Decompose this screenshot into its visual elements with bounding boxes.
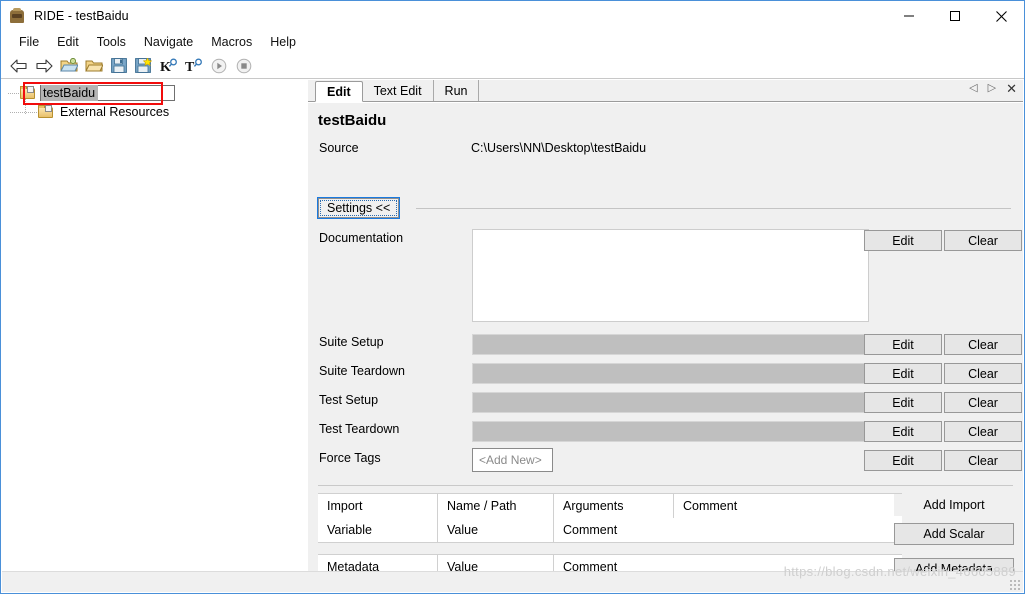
- search-keyword-icon[interactable]: K: [156, 55, 181, 77]
- grid-cell-name-path[interactable]: Name / Path: [438, 494, 554, 518]
- suite-teardown-edit-button[interactable]: Edit: [864, 363, 942, 384]
- tree-connector-line: [8, 93, 20, 94]
- suite-teardown-clear-button[interactable]: Clear: [944, 363, 1022, 384]
- menu-tools[interactable]: Tools: [88, 33, 135, 51]
- open-folder-icon[interactable]: [81, 55, 106, 77]
- test-setup-field[interactable]: [472, 392, 869, 413]
- test-teardown-label: Test Teardown: [319, 422, 400, 436]
- resource-folder-icon: [38, 104, 54, 119]
- menu-macros[interactable]: Macros: [202, 33, 261, 51]
- search-tests-icon[interactable]: T: [181, 55, 206, 77]
- source-label: Source: [319, 141, 359, 155]
- window-title: RIDE - testBaidu: [34, 9, 129, 23]
- panel-splitter[interactable]: [301, 80, 308, 571]
- tree-connector-line: [10, 112, 38, 113]
- grid-cell-value[interactable]: Value: [438, 555, 554, 571]
- test-setup-label: Test Setup: [319, 393, 379, 407]
- save-all-icon[interactable]: [131, 55, 156, 77]
- tab-edit[interactable]: Edit: [315, 81, 363, 102]
- add-scalar-button[interactable]: Add Scalar: [894, 523, 1014, 545]
- menu-file[interactable]: File: [10, 33, 48, 51]
- main-toolbar: K T: [1, 53, 1024, 79]
- force-tags-edit-button[interactable]: Edit: [864, 450, 942, 471]
- run-icon[interactable]: [206, 55, 231, 77]
- menu-help[interactable]: Help: [261, 33, 305, 51]
- table-row[interactable]: Metadata Value Comment: [318, 555, 902, 571]
- suite-setup-edit-button[interactable]: Edit: [864, 334, 942, 355]
- test-teardown-clear-button[interactable]: Clear: [944, 421, 1022, 442]
- table-row[interactable]: Variable Value Comment: [318, 518, 902, 542]
- suite-teardown-field[interactable]: [472, 363, 869, 384]
- tree-item-label[interactable]: External Resources: [58, 104, 172, 120]
- section-divider: [318, 485, 1013, 486]
- suite-setup-field[interactable]: [472, 334, 869, 355]
- close-button[interactable]: [978, 1, 1024, 31]
- suite-teardown-label: Suite Teardown: [319, 364, 405, 378]
- resize-grip-icon[interactable]: [1008, 578, 1020, 590]
- documentation-edit-button[interactable]: Edit: [864, 230, 942, 251]
- page-title: testBaidu: [318, 112, 387, 129]
- window-controls: [886, 1, 1024, 31]
- test-teardown-edit-button[interactable]: Edit: [864, 421, 942, 442]
- status-bar: [2, 571, 1023, 592]
- tree-item-external-resources[interactable]: External Resources: [2, 102, 301, 121]
- tab-bar-tools: ◁ ▷ ✕: [969, 82, 1017, 95]
- add-import-button[interactable]: Add Import: [894, 494, 1014, 516]
- metadata-grid: Metadata Value Comment: [318, 554, 902, 571]
- force-tags-clear-button[interactable]: Clear: [944, 450, 1022, 471]
- save-icon[interactable]: [106, 55, 131, 77]
- grid-cell-variable[interactable]: Variable: [318, 518, 438, 542]
- grid-cell-comment[interactable]: Comment: [554, 518, 902, 542]
- open-project-icon[interactable]: [56, 55, 81, 77]
- svg-text:T: T: [185, 60, 195, 74]
- tree-item-testbaidu[interactable]: testBaidu: [2, 83, 301, 114]
- test-teardown-field[interactable]: [472, 421, 869, 442]
- documentation-label: Documentation: [319, 231, 404, 245]
- grid-cell-arguments[interactable]: Arguments: [554, 494, 674, 518]
- stop-icon[interactable]: [231, 55, 256, 77]
- documentation-clear-button[interactable]: Clear: [944, 230, 1022, 251]
- tab-prev-icon[interactable]: ◁: [969, 83, 977, 94]
- documentation-textarea[interactable]: [472, 229, 869, 322]
- editor-tab-bar: Edit Text Edit Run ◁ ▷ ✕: [308, 80, 1023, 102]
- test-setup-clear-button[interactable]: Clear: [944, 392, 1022, 413]
- menu-edit[interactable]: Edit: [48, 33, 88, 51]
- title-bar: RIDE - testBaidu: [1, 1, 1024, 31]
- settings-toggle-button[interactable]: Settings <<: [318, 198, 400, 218]
- grid-cell-import[interactable]: Import: [318, 494, 438, 518]
- forward-arrow-icon[interactable]: [31, 55, 56, 77]
- grid-cell-value[interactable]: Value: [438, 518, 554, 542]
- robot-icon: [8, 7, 26, 25]
- grid-cell-comment[interactable]: Comment: [554, 555, 902, 571]
- force-tags-label: Force Tags: [319, 451, 381, 465]
- editor-body: testBaidu Source C:\Users\NN\Desktop\tes…: [308, 102, 1023, 571]
- suite-setup-clear-button[interactable]: Clear: [944, 334, 1022, 355]
- suite-setup-label: Suite Setup: [319, 335, 384, 349]
- import-variable-grid: Import Name / Path Arguments Comment Var…: [318, 493, 902, 543]
- test-setup-edit-button[interactable]: Edit: [864, 392, 942, 413]
- back-arrow-icon[interactable]: [6, 55, 31, 77]
- tab-next-icon[interactable]: ▷: [988, 83, 996, 94]
- suite-tree-panel: testBaidu External Resources: [2, 80, 301, 571]
- ride-application-window: RIDE - testBaidu File Edit Tools Navigat…: [0, 0, 1025, 594]
- menu-navigate[interactable]: Navigate: [135, 33, 202, 51]
- maximize-button[interactable]: [932, 1, 978, 31]
- minimize-button[interactable]: [886, 1, 932, 31]
- table-row[interactable]: Import Name / Path Arguments Comment: [318, 494, 902, 518]
- tree-item-label[interactable]: testBaidu: [41, 84, 99, 101]
- source-path-value: C:\Users\NN\Desktop\testBaidu: [471, 141, 647, 155]
- suite-folder-icon: [20, 85, 36, 100]
- svg-text:K: K: [160, 60, 171, 74]
- tab-close-icon[interactable]: ✕: [1006, 82, 1017, 95]
- grid-cell-metadata[interactable]: Metadata: [318, 555, 438, 571]
- tab-run[interactable]: Run: [434, 80, 480, 101]
- tab-text-edit[interactable]: Text Edit: [363, 80, 434, 101]
- settings-divider: [416, 208, 1011, 209]
- force-tags-add-new[interactable]: <Add New>: [472, 448, 553, 472]
- add-metadata-button[interactable]: Add Metadata: [894, 558, 1014, 571]
- settings-section-header: Settings <<: [318, 198, 1013, 218]
- grid-cell-comment[interactable]: Comment: [674, 494, 902, 518]
- editor-panel: Edit Text Edit Run ◁ ▷ ✕ testBaidu Sourc…: [308, 80, 1023, 571]
- menu-bar: File Edit Tools Navigate Macros Help: [1, 31, 1024, 53]
